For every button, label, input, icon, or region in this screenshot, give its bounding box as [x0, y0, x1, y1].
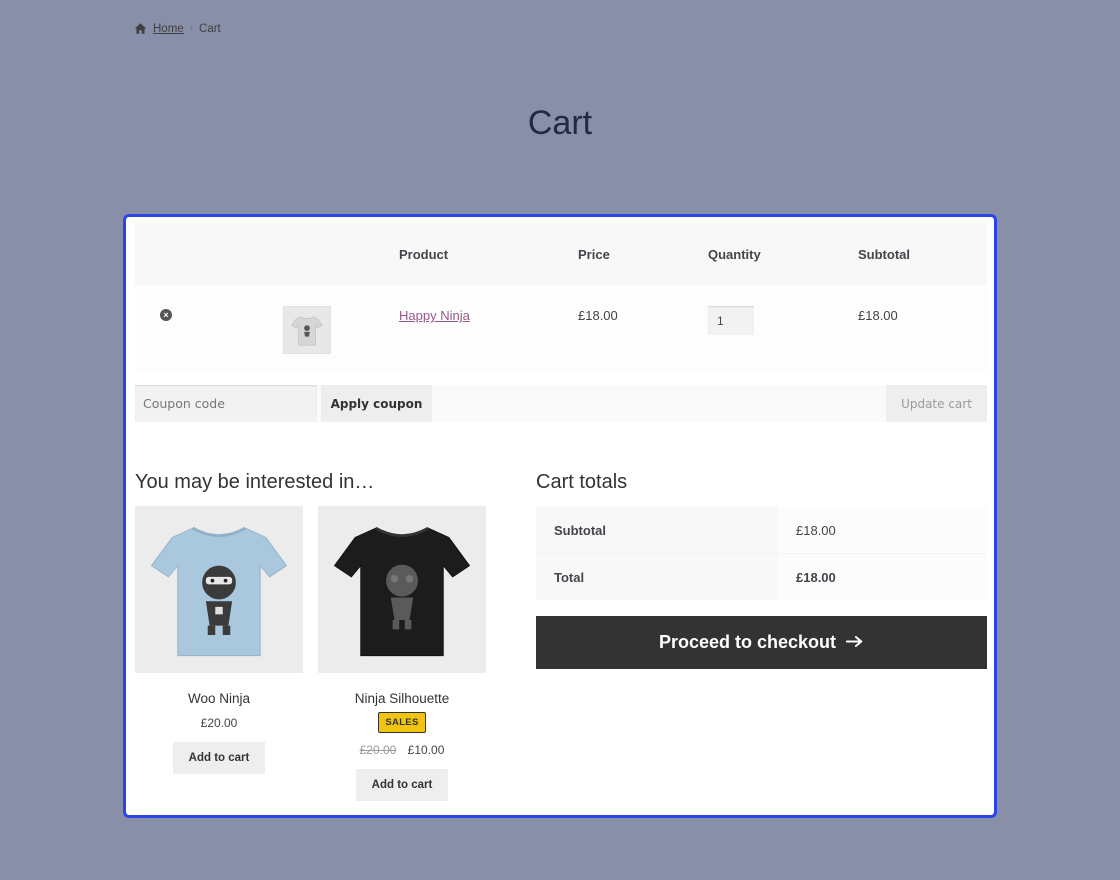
product-link-happy-ninja[interactable]: Happy Ninja [399, 308, 470, 323]
checkout-label: Proceed to checkout [658, 632, 837, 652]
product-name[interactable]: Ninja Silhouette [318, 691, 486, 706]
product-thumbnail[interactable] [283, 306, 331, 354]
sale-badge: SALES [378, 712, 426, 733]
totals-total-value: £18.00 [778, 554, 987, 600]
tshirt-icon [333, 526, 471, 656]
header-quantity: Quantity [708, 247, 761, 262]
breadcrumb: Home › Cart [134, 22, 221, 35]
product-price: £20.00 [135, 716, 303, 730]
product-image[interactable] [135, 506, 303, 673]
cart-panel: Product Price Quantity Subtotal × Happy … [123, 214, 997, 818]
breadcrumb-current: Cart [199, 22, 221, 35]
product-price: £20.00 £10.00 [318, 743, 486, 757]
product-old-price: £20.00 [359, 743, 397, 757]
product-name[interactable]: Woo Ninja [135, 691, 303, 706]
header-price: Price [578, 247, 610, 262]
totals-subtotal-row: Subtotal £18.00 [536, 507, 987, 553]
cross-sells-title: You may be interested in… [135, 471, 375, 493]
tshirt-icon [150, 526, 288, 656]
header-subtotal: Subtotal [858, 247, 910, 262]
cart-totals-title: Cart totals [536, 471, 628, 493]
remove-item-icon[interactable]: × [160, 309, 172, 321]
product-card-ninja-silhouette: Ninja Silhouette SALES £20.00 £10.00 Add… [318, 506, 486, 801]
cart-table: Product Price Quantity Subtotal × Happy … [135, 223, 987, 373]
product-card-woo-ninja: Woo Ninja £20.00 Add to cart [135, 506, 303, 774]
item-price: £18.00 [578, 308, 618, 323]
totals-total-label: Total [536, 554, 778, 600]
add-to-cart-button[interactable]: Add to cart [172, 742, 266, 774]
breadcrumb-separator: › [189, 23, 194, 34]
apply-coupon-button[interactable]: Apply coupon [321, 385, 432, 422]
totals-total-row: Total £18.00 [536, 553, 987, 600]
cart-actions: Apply coupon Update cart [135, 385, 987, 422]
product-current-price: £10.00 [407, 743, 445, 757]
product-image[interactable] [318, 506, 486, 673]
cart-table-header: Product Price Quantity Subtotal [135, 223, 987, 285]
tshirt-icon [291, 316, 323, 346]
proceed-to-checkout-button[interactable]: Proceed to checkout [536, 616, 987, 669]
breadcrumb-home-link[interactable]: Home [153, 23, 184, 35]
cart-item-row: × Happy Ninja £18.00 £18.00 [135, 285, 987, 373]
arrow-right-icon [845, 632, 864, 653]
update-cart-button[interactable]: Update cart [886, 385, 987, 422]
product-current-price: £20.00 [200, 716, 238, 730]
add-to-cart-button[interactable]: Add to cart [355, 769, 449, 801]
header-product: Product [399, 247, 449, 262]
totals-subtotal-value: £18.00 [778, 507, 987, 553]
cart-totals-table: Subtotal £18.00 Total £18.00 [536, 507, 987, 600]
coupon-code-input[interactable] [135, 385, 317, 422]
totals-subtotal-label: Subtotal [536, 507, 778, 553]
item-subtotal: £18.00 [858, 308, 898, 323]
page-title: Cart [527, 104, 593, 142]
quantity-input[interactable] [708, 306, 754, 335]
home-icon [134, 22, 147, 35]
